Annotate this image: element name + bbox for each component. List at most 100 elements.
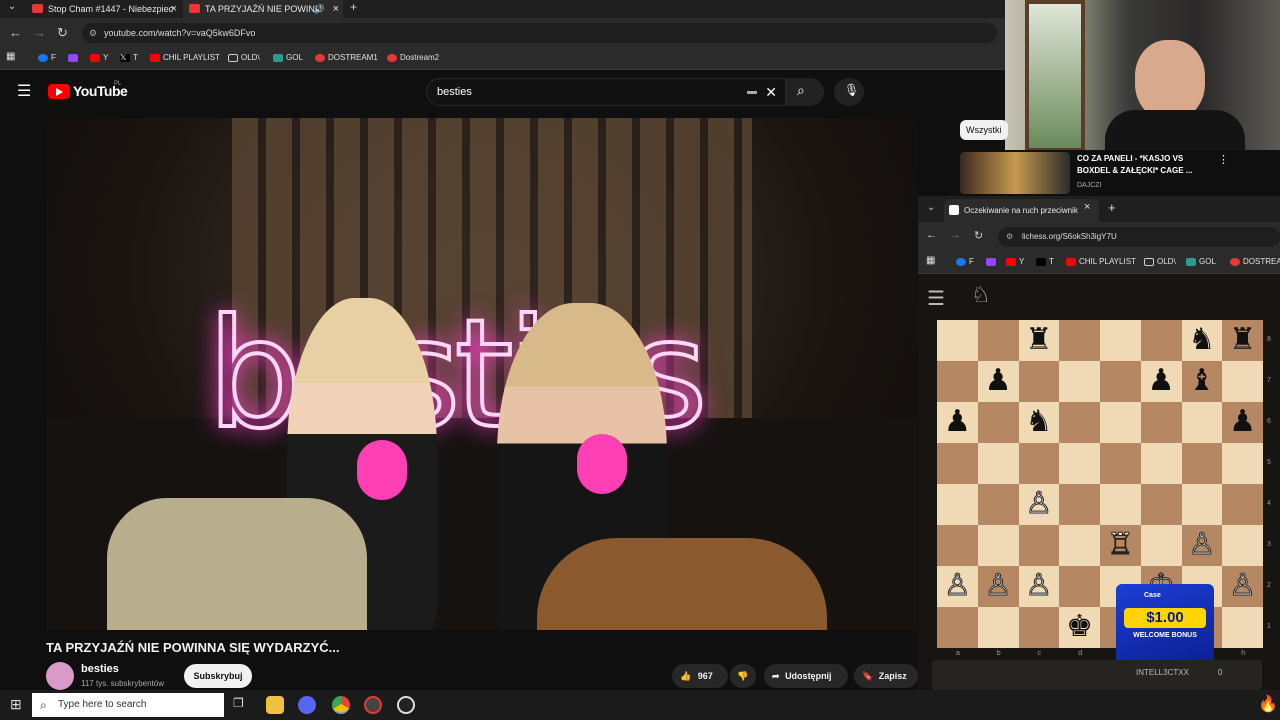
bookmark-x[interactable]: T (1036, 257, 1054, 266)
chess-piece-b2[interactable]: ♙ (978, 566, 1019, 607)
speaker-icon[interactable]: 🔊 (314, 0, 325, 18)
board-square-c1[interactable] (1018, 607, 1060, 648)
chess-piece-h6[interactable]: ♟ (1222, 402, 1263, 443)
apps-grid-icon[interactable]: ▦ (926, 255, 935, 266)
chess-piece-c2[interactable]: ♙ (1019, 566, 1060, 607)
board-square-d8[interactable] (1059, 320, 1100, 361)
recommended-thumbnail[interactable] (960, 152, 1070, 194)
channel-avatar[interactable] (46, 662, 74, 690)
obs-icon[interactable] (364, 696, 382, 714)
board-square-d6[interactable] (1059, 402, 1100, 443)
board-square-h4[interactable] (1222, 484, 1263, 525)
bookmark-gol[interactable]: GOL (1186, 257, 1216, 266)
bookmark-x[interactable]: 𝕏T (120, 53, 138, 62)
video-player[interactable]: besties (47, 118, 917, 630)
bookmark-chil-playlist[interactable]: CHIL PLAYLIST (150, 53, 220, 62)
tab-list-icon[interactable]: ⌄ (8, 1, 16, 12)
lichess-logo-icon[interactable]: ♘ (971, 282, 991, 308)
taskbar-search-input[interactable]: ⌕ Type here to search (32, 693, 224, 717)
chess-piece-e3[interactable]: ♖ (1100, 525, 1141, 566)
board-square-a1[interactable] (937, 607, 978, 648)
bookmark-gol[interactable]: GOL (273, 53, 303, 62)
reload-icon[interactable]: ↻ (57, 25, 68, 41)
board-square-g4[interactable] (1181, 484, 1223, 525)
board-square-f8[interactable] (1140, 320, 1182, 361)
forward-icon[interactable]: → (33, 25, 46, 40)
board-square-a7[interactable] (937, 361, 978, 402)
bookmark-facebook[interactable]: F (38, 53, 56, 62)
discord-icon[interactable] (298, 696, 316, 714)
bookmark-youtube[interactable]: Y (90, 53, 108, 62)
board-square-g6[interactable] (1181, 402, 1223, 443)
board-square-b5[interactable] (977, 443, 1019, 484)
board-square-g5[interactable] (1181, 443, 1223, 484)
new-tab-icon[interactable]: + (1108, 200, 1116, 215)
chess-piece-a2[interactable]: ♙ (937, 566, 978, 607)
subscribe-button[interactable]: Subskrybuj (184, 664, 252, 688)
bookmark-old[interactable]: OLD\ (228, 53, 260, 62)
board-square-e6[interactable] (1100, 402, 1141, 443)
apps-grid-icon[interactable]: ▦ (6, 51, 15, 62)
board-square-b1[interactable] (977, 607, 1019, 648)
task-view-icon[interactable]: ❐ (233, 696, 251, 714)
tab-list-icon[interactable]: ⌄ (927, 202, 935, 213)
board-square-e8[interactable] (1100, 320, 1141, 361)
clear-icon[interactable]: ✕ (765, 79, 777, 105)
recommended-channel[interactable]: DAJCZI (1077, 182, 1102, 189)
board-square-c3[interactable] (1018, 525, 1060, 566)
board-square-h1[interactable] (1222, 607, 1263, 648)
search-button[interactable]: ⌕ (786, 78, 824, 106)
back-icon[interactable]: ← (9, 25, 22, 40)
board-square-e5[interactable] (1100, 443, 1141, 484)
youtube-logo-icon[interactable] (48, 84, 70, 99)
board-square-a8[interactable] (937, 320, 978, 361)
board-square-a3[interactable] (937, 525, 978, 566)
browser-tab-2[interactable]: TA PRZYJAŹŃ NIE POWINN 🔊 × (183, 0, 343, 18)
keyboard-icon[interactable]: ▬ (747, 79, 757, 105)
board-square-e4[interactable] (1100, 484, 1141, 525)
board-square-h3[interactable] (1222, 525, 1263, 566)
windows-start-icon[interactable]: ⊞ (10, 696, 22, 713)
chess-piece-d1[interactable]: ♚ (1059, 607, 1100, 648)
chess-piece-b7[interactable]: ♟ (978, 361, 1019, 402)
board-square-f6[interactable] (1140, 402, 1182, 443)
board-square-h7[interactable] (1222, 361, 1263, 402)
more-options-icon[interactable]: ⋮ (1218, 153, 1229, 166)
board-square-e7[interactable] (1100, 361, 1141, 402)
like-button[interactable]: 👍 967 (672, 664, 728, 688)
chess-piece-c4[interactable]: ♙ (1019, 484, 1060, 525)
voice-search-button[interactable]: 🎙 (834, 78, 864, 106)
lichess-menu-icon[interactable]: ☰ (927, 286, 945, 311)
board-square-d4[interactable] (1059, 484, 1100, 525)
board-square-d3[interactable] (1059, 525, 1100, 566)
board-square-h5[interactable] (1222, 443, 1263, 484)
bookmark-dostream2[interactable]: Dostream2 (387, 53, 439, 62)
chess-piece-h2[interactable]: ♙ (1222, 566, 1263, 607)
back-icon[interactable]: ← (926, 229, 937, 241)
chess-piece-c6[interactable]: ♞ (1019, 402, 1060, 443)
board-square-b6[interactable] (977, 402, 1019, 443)
chess-piece-g8[interactable]: ♞ (1182, 320, 1223, 361)
board-square-b8[interactable] (977, 320, 1019, 361)
chess-piece-g7[interactable]: ♝ (1182, 361, 1223, 402)
chrome-icon[interactable] (332, 696, 350, 714)
dislike-button[interactable]: 👎 (730, 664, 756, 688)
menu-icon[interactable]: ☰ (17, 81, 31, 101)
recommended-video[interactable]: CO ZA PANELI - *KASJO VS BOXDEL & ZAŁĘCK… (960, 150, 1280, 196)
board-square-f3[interactable] (1140, 525, 1182, 566)
url-input[interactable]: ⚙ lichess.org/S6okSh3igY7U (998, 227, 1280, 247)
save-button[interactable]: 🔖 Zapisz (854, 664, 918, 688)
bookmark-dostream1[interactable]: DOSTREAM1 (315, 53, 378, 62)
chess-piece-c8[interactable]: ♜ (1019, 320, 1060, 361)
close-icon[interactable]: × (333, 0, 339, 18)
board-square-c5[interactable] (1018, 443, 1060, 484)
board-square-f5[interactable] (1140, 443, 1182, 484)
chess-board[interactable]: ♜♞♜♟♟♝♟♞♟♙♖♙♙♙♙♔♙♚abcdefgh87654321 (937, 320, 1271, 657)
url-input[interactable]: ⚙ youtube.com/watch?v=vaQ5kw6DFvo (82, 23, 997, 43)
recommended-title[interactable]: CO ZA PANELI - *KASJO VS BOXDEL & ZAŁĘCK… (1077, 153, 1207, 177)
bookmark-chil-playlist[interactable]: CHIL PLAYLIST (1066, 257, 1136, 266)
bookmark-facebook[interactable]: F (956, 257, 974, 266)
board-square-f4[interactable] (1140, 484, 1182, 525)
share-button[interactable]: ➦ Udostępnij (764, 664, 848, 688)
board-square-c7[interactable] (1018, 361, 1060, 402)
